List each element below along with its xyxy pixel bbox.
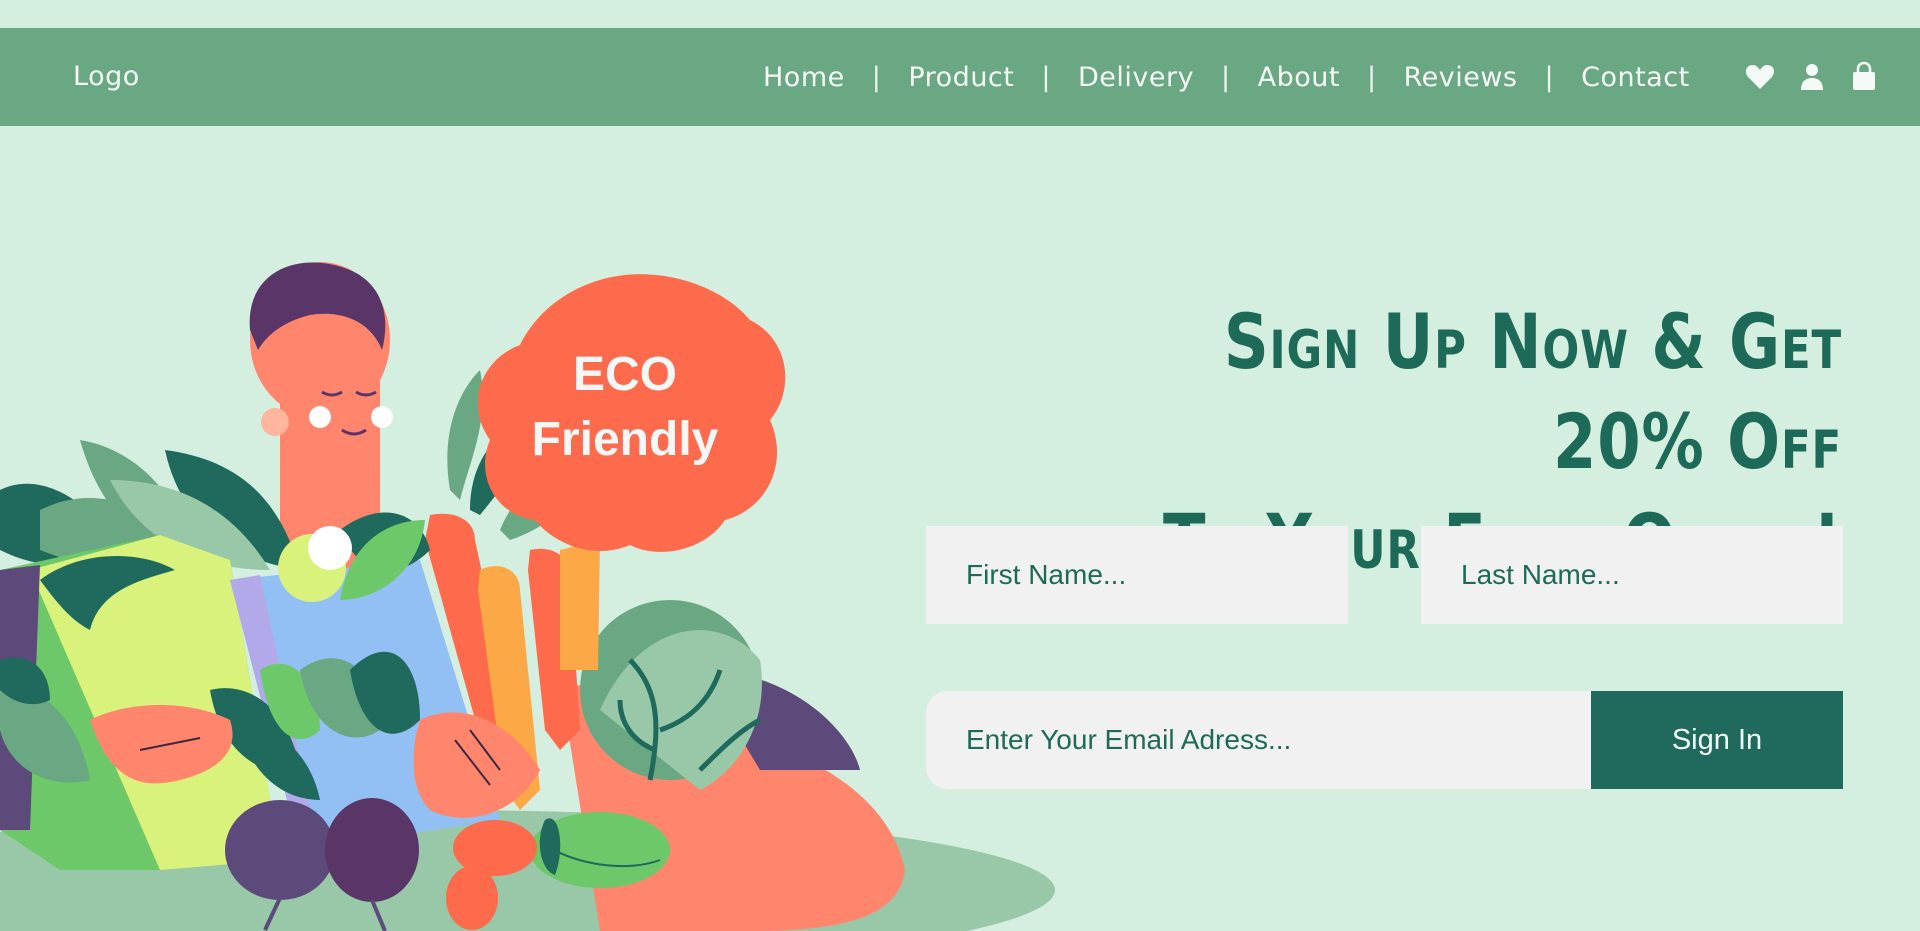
hero-illustration: ECO Friendly xyxy=(0,250,1060,931)
main-nav: Home | Product | Delivery | About | Revi… xyxy=(763,28,1690,126)
user-icon[interactable] xyxy=(1796,61,1828,93)
logo[interactable]: Logo xyxy=(73,28,140,126)
last-name-field[interactable]: Last Name... xyxy=(1421,526,1843,624)
nav-separator: | xyxy=(1221,61,1231,93)
headline-line-1: Sign Up Now & Get 20% Off xyxy=(1223,297,1842,486)
email-field[interactable]: Enter Your Email Adress... xyxy=(926,691,1592,789)
heart-icon[interactable] xyxy=(1744,61,1776,93)
nav-separator: | xyxy=(1366,61,1377,93)
nav-contact[interactable]: Contact xyxy=(1581,62,1690,93)
sign-in-button[interactable]: Sign In xyxy=(1591,691,1843,789)
nav-delivery[interactable]: Delivery xyxy=(1078,62,1194,93)
header-icons xyxy=(1744,61,1880,93)
badge-line1: ECO xyxy=(573,348,677,401)
first-name-field[interactable]: First Name... xyxy=(926,526,1348,624)
top-navbar: Logo Home | Product | Delivery | About |… xyxy=(0,28,1920,126)
nav-reviews[interactable]: Reviews xyxy=(1404,62,1518,93)
nav-product[interactable]: Product xyxy=(908,62,1014,93)
nav-home[interactable]: Home xyxy=(763,62,845,93)
shopping-bag-icon[interactable] xyxy=(1848,61,1880,93)
nav-about[interactable]: About xyxy=(1258,62,1340,93)
nav-separator: | xyxy=(1041,61,1051,93)
nav-separator: | xyxy=(1544,61,1555,93)
nav-separator: | xyxy=(871,61,882,93)
eco-badge: ECO Friendly xyxy=(477,274,786,552)
badge-line2: Friendly xyxy=(532,413,719,466)
